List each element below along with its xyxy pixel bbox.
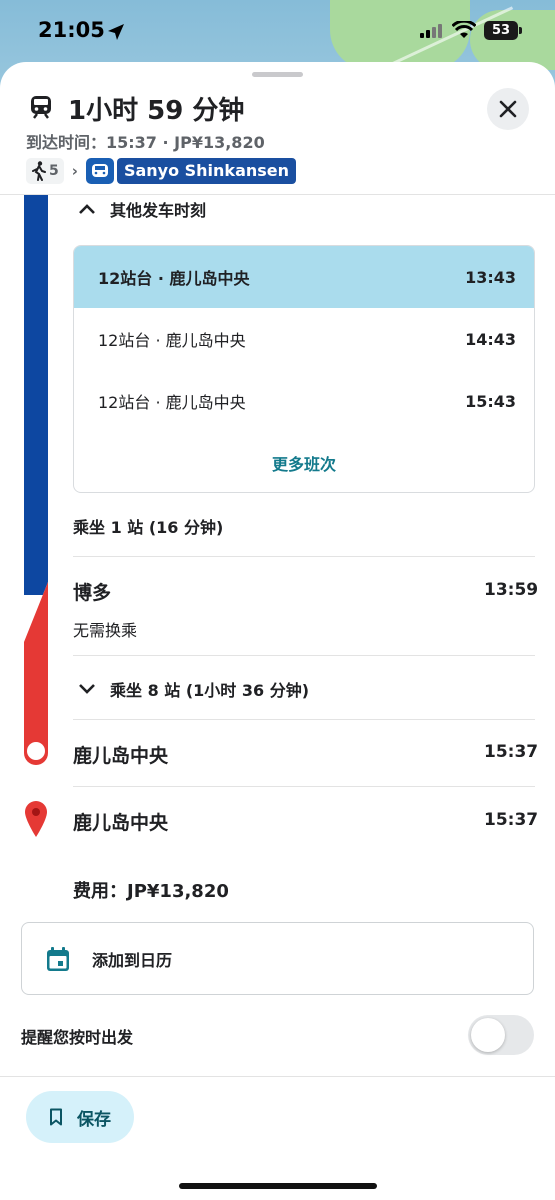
trip-duration-title: 1小时 59 分钟 <box>68 96 245 126</box>
chevron-right-icon: › <box>71 162 78 180</box>
chevron-up-icon <box>79 204 95 214</box>
departure-row[interactable]: 12站台 · 鹿儿岛中央 13:43 <box>74 246 534 308</box>
toggle-knob <box>471 1018 505 1052</box>
divider <box>73 556 535 557</box>
ride-stops-toggle[interactable]: 乘坐 8 站 (1小时 36 分钟) <box>78 677 309 701</box>
divider <box>0 1076 555 1077</box>
reminder-label: 提醒您按时出发 <box>21 1028 134 1047</box>
location-arrow-icon <box>108 24 124 40</box>
divider <box>73 719 535 720</box>
transfer-time: 13:59 <box>484 580 539 600</box>
shinkansen-icon <box>85 158 114 184</box>
transfer-station-name[interactable]: 博多 <box>73 578 111 605</box>
transit-line-red <box>24 582 48 765</box>
status-bar: 21:05 53 <box>0 0 555 62</box>
chevron-down-icon <box>79 684 95 694</box>
walk-step-chip: 5 <box>26 158 64 184</box>
departure-time: 15:43 <box>465 391 516 411</box>
signal-icon <box>420 24 442 38</box>
save-button[interactable]: 保存 <box>26 1091 134 1143</box>
destination-name[interactable]: 鹿儿岛中央 <box>73 808 168 835</box>
sheet-grabber[interactable] <box>252 72 303 77</box>
home-indicator[interactable] <box>179 1183 377 1189</box>
departure-time: 14:43 <box>465 329 516 349</box>
route-detail-sheet: 1小时 59 分钟 到达时间：15:37 · JP¥13,820 5 › San… <box>0 62 555 1200</box>
destination-pin-icon <box>25 801 47 837</box>
arrival-time: 15:37 <box>484 742 539 762</box>
divider <box>73 786 535 787</box>
departure-label: 12站台 · 鹿儿岛中央 <box>98 331 246 350</box>
wifi-icon <box>452 21 476 38</box>
more-departures-link[interactable]: 更多班次 <box>74 432 534 492</box>
arrival-summary: 到达时间：15:37 · JP¥13,820 <box>26 133 265 152</box>
line-name-badge: Sanyo Shinkansen <box>116 158 297 184</box>
arrival-stop-dot <box>27 742 45 760</box>
reminder-toggle[interactable] <box>468 1015 534 1055</box>
departure-label: 12站台 · 鹿儿岛中央 <box>98 393 246 412</box>
calendar-icon <box>47 946 69 971</box>
route-summary: 5 › Sanyo Shinkansen <box>26 157 297 185</box>
walk-minutes: 5 <box>49 163 59 179</box>
close-button[interactable] <box>487 88 529 130</box>
ride-stops-label: 乘坐 1 站 (16 分钟) <box>73 518 224 537</box>
status-time: 21:05 <box>38 18 105 42</box>
other-departures-toggle[interactable]: 其他发车时刻 <box>78 197 206 221</box>
add-to-calendar-button[interactable]: 添加到日历 <box>21 922 534 995</box>
bookmark-icon <box>50 1108 62 1126</box>
close-icon <box>499 100 517 118</box>
divider <box>0 194 555 195</box>
divider <box>73 655 535 656</box>
train-icon <box>31 96 51 119</box>
walking-icon <box>32 161 46 181</box>
add-to-calendar-label: 添加到日历 <box>92 950 173 970</box>
destination-time: 15:37 <box>484 810 539 830</box>
save-label: 保存 <box>77 1109 111 1130</box>
arrival-station-name[interactable]: 鹿儿岛中央 <box>73 741 168 768</box>
battery-icon: 53 <box>484 21 522 40</box>
departure-row[interactable]: 12站台 · 鹿儿岛中央 14:43 <box>74 308 534 370</box>
transit-line-blue <box>24 195 48 595</box>
ride-stops-label: 乘坐 8 站 (1小时 36 分钟) <box>110 681 310 700</box>
departure-label: 12站台 · 鹿儿岛中央 <box>98 269 250 288</box>
departures-card: 12站台 · 鹿儿岛中央 13:43 12站台 · 鹿儿岛中央 14:43 12… <box>73 245 535 493</box>
departure-time: 13:43 <box>465 267 516 287</box>
transfer-note: 无需换乘 <box>73 621 138 640</box>
other-departures-label: 其他发车时刻 <box>110 201 207 220</box>
departure-row[interactable]: 12站台 · 鹿儿岛中央 15:43 <box>74 370 534 432</box>
fare-label: 费用：JP¥13,820 <box>73 881 229 902</box>
